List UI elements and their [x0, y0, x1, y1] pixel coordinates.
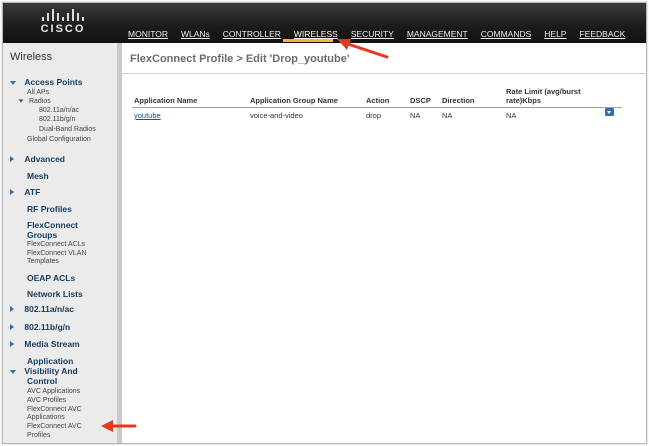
collapse-arrow-icon: [18, 99, 24, 103]
menu-help[interactable]: HELP: [544, 29, 566, 39]
col-app-name: Application Name: [132, 85, 248, 108]
top-nav-bar: CISCO MONITOR WLANs CONTROLLER WIRELESS …: [3, 3, 646, 43]
cell-direction: NA: [442, 111, 453, 120]
cisco-logo: CISCO: [33, 9, 93, 39]
collapse-arrow-icon: [10, 81, 16, 85]
sidebar-item-avc-3[interactable]: Control: [27, 376, 57, 386]
sidebar-item-flex-avc-profiles[interactable]: FlexConnect AVC: [27, 423, 82, 431]
sidebar-item-flex-acls[interactable]: FlexConnect ACLs: [27, 241, 85, 249]
menu-wireless[interactable]: WIRELESS: [294, 29, 338, 39]
sidebar-item-all-aps[interactable]: All APs: [27, 89, 49, 97]
table-row: youtube voice-and-video drop NA NA NA: [132, 108, 622, 124]
menu-monitor[interactable]: MONITOR: [128, 29, 168, 39]
sidebar-item-atf[interactable]: ATF: [10, 187, 40, 197]
sidebar-item-media-stream[interactable]: Media Stream: [10, 339, 80, 349]
sidebar-item-avc-profiles[interactable]: AVC Profiles: [27, 397, 66, 405]
callout-arrow-icon: [337, 39, 389, 59]
application-table: Application Name Application Group Name …: [132, 85, 622, 123]
sidebar-item-radio-b[interactable]: 802.11b/g/n: [39, 116, 75, 124]
sidebar-item-radio-a[interactable]: 802.11a/n/ac: [39, 107, 79, 115]
callout-arrow-icon: [101, 420, 137, 432]
col-action: Action: [364, 85, 408, 108]
sidebar-item-advanced[interactable]: Advanced: [10, 154, 65, 164]
sidebar-item-avc[interactable]: Application: [27, 356, 73, 366]
col-direction: Direction: [440, 85, 504, 108]
sidebar-item-avc-apps[interactable]: AVC Applications: [27, 388, 80, 396]
title-divider: [122, 73, 646, 74]
sidebar-item-flex-groups-2[interactable]: Groups: [27, 230, 57, 240]
sidebar-item-access-points[interactable]: Access Points: [10, 77, 83, 87]
col-dscp: DSCP: [408, 85, 440, 108]
expand-arrow-icon: [10, 189, 14, 195]
page-title: FlexConnect Profile > Edit 'Drop_youtube…: [130, 53, 350, 65]
cell-action: drop: [366, 111, 382, 120]
col-rate-limit: Rate Limit (avg/burst rate)Kbps: [504, 85, 622, 108]
expand-arrow-icon: [10, 306, 14, 312]
menu-controller[interactable]: CONTROLLER: [223, 29, 281, 39]
sidebar-item-avc-2[interactable]: Visibility And: [10, 366, 78, 376]
dropdown-icon[interactable]: [605, 108, 614, 116]
sidebar-item-flex-vlan[interactable]: FlexConnect VLAN: [27, 250, 87, 258]
sidebar-item-radios[interactable]: Radios: [18, 98, 51, 106]
window: CISCO MONITOR WLANs CONTROLLER WIRELESS …: [2, 2, 647, 444]
sidebar: Wireless Access Points All APs Radios 80…: [3, 43, 122, 443]
sidebar-item-flex-groups[interactable]: FlexConnect: [27, 220, 78, 230]
cell-dscp: NA: [410, 111, 421, 120]
sidebar-item-oeap[interactable]: OEAP ACLs: [27, 273, 75, 283]
cell-app-name[interactable]: youtube: [132, 108, 248, 124]
app-name-link[interactable]: youtube: [134, 111, 161, 120]
cisco-logo-text: CISCO: [40, 23, 86, 35]
collapse-arrow-icon: [10, 370, 16, 374]
main-content: FlexConnect Profile > Edit 'Drop_youtube…: [122, 43, 646, 443]
menu-feedback[interactable]: FEEDBACK: [579, 29, 625, 39]
sidebar-item-802-11b[interactable]: 802.11b/g/n: [10, 322, 70, 332]
sidebar-item-dual-band[interactable]: Dual-Band Radios: [39, 126, 96, 134]
expand-arrow-icon: [10, 341, 14, 347]
cisco-logo-bars-icon: [33, 9, 93, 21]
sidebar-item-rf-profiles[interactable]: RF Profiles: [27, 204, 72, 214]
col-app-group: Application Group Name: [248, 85, 364, 108]
expand-arrow-icon: [10, 156, 14, 162]
table-header-row: Application Name Application Group Name …: [132, 85, 622, 108]
sidebar-item-flex-avc-apps[interactable]: FlexConnect AVC: [27, 406, 82, 414]
sidebar-item-network-lists[interactable]: Network Lists: [27, 289, 83, 299]
expand-arrow-icon: [10, 324, 14, 330]
cell-app-group: voice-and-video: [250, 111, 303, 120]
sidebar-item-flex-avc-profiles-2[interactable]: Profiles: [27, 432, 50, 440]
sidebar-item-802-11a[interactable]: 802.11a/n/ac: [10, 304, 74, 314]
sidebar-title: Wireless: [10, 51, 53, 63]
sidebar-item-global-config[interactable]: Global Configuration: [27, 136, 91, 144]
sidebar-item-flex-vlan-2[interactable]: Templates: [27, 258, 59, 266]
menu-management[interactable]: MANAGEMENT: [407, 29, 468, 39]
sidebar-item-mesh[interactable]: Mesh: [27, 171, 49, 181]
active-menu-indicator: [283, 39, 333, 42]
menu-wlans[interactable]: WLANs: [181, 29, 210, 39]
sidebar-item-flex-avc-apps-2[interactable]: Applications: [27, 414, 65, 422]
menu-commands[interactable]: COMMANDS: [481, 29, 532, 39]
